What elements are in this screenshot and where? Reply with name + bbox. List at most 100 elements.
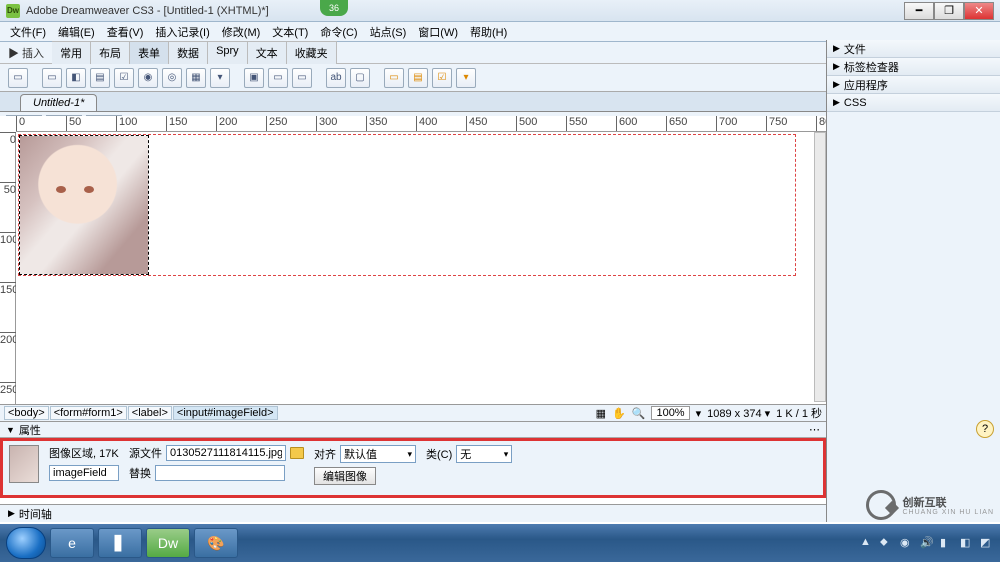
menu-item[interactable]: 帮助(H) [466,22,511,42]
watermark-sub: CHUANG XIN HU LIAN [902,509,994,516]
spry-textfield-icon[interactable]: ▭ [384,68,404,88]
radio-icon[interactable]: ◉ [138,68,158,88]
src-label: 源文件 [129,445,162,461]
tray-sound-icon[interactable]: 🔊 [920,536,934,550]
alt-input[interactable] [155,465,285,481]
design-view-workspace: 0501001502002503003504004505005506006507… [0,116,826,420]
vertical-ruler: 050100150200250 [0,132,16,420]
tag-crumb[interactable]: <label> [128,406,172,420]
status-bar: <body><form#form1><label><input#imageFie… [0,404,826,422]
button-icon[interactable]: ▭ [292,68,312,88]
task-dreamweaver-icon[interactable]: Dw [146,528,190,558]
vertical-scrollbar[interactable] [814,132,826,402]
spry-textarea-icon[interactable]: ▤ [408,68,428,88]
window-size[interactable]: 1089 x 374 ▾ [707,407,770,420]
watermark-name: 创新互联 [902,497,946,509]
zoom-select[interactable]: 100% [651,406,689,420]
horizontal-ruler: 0501001502002503003504004505005506006507… [16,116,826,132]
tag-crumb[interactable]: <input#imageField> [173,406,278,420]
windows-taskbar: e ▋ Dw 🎨 ▲ ⬥ ◉ 🔊 ▮ ◧ ◩ [0,524,1000,562]
design-canvas[interactable] [16,132,814,402]
start-button[interactable] [6,527,46,559]
app-logo-icon: Dw [6,4,20,18]
menu-item[interactable]: 编辑(E) [54,22,99,42]
form-icon[interactable]: ▭ [8,68,28,88]
help-icon[interactable]: ? [976,420,994,438]
image-id-input[interactable] [49,465,119,481]
minimize-button[interactable]: ━ [904,2,934,20]
image-field-box[interactable] [19,135,149,275]
jumpmenu-icon[interactable]: ▾ [210,68,230,88]
menu-item[interactable]: 文件(F) [6,22,50,42]
alt-label: 替换 [129,465,151,481]
menu-item[interactable]: 窗口(W) [414,22,462,42]
align-select[interactable]: 默认值 [340,445,416,463]
insert-tab-常用[interactable]: 常用 [52,41,91,64]
tray-shield-icon[interactable]: ⬥ [880,536,894,550]
radiogroup-icon[interactable]: ◎ [162,68,182,88]
select-tool-icon[interactable]: ▦ [596,407,606,420]
property-thumbnail [9,445,39,483]
list-icon[interactable]: ▦ [186,68,206,88]
edit-image-button[interactable]: 编辑图像 [314,467,376,485]
menu-bar: 文件(F)编辑(E)查看(V)插入记录(I)修改(M)文本(T)命令(C)站点(… [0,22,1000,42]
insert-tab-Spry[interactable]: Spry [208,41,248,64]
tag-selector[interactable]: <body><form#form1><label><input#imageFie… [4,407,279,419]
hand-tool-icon[interactable]: ✋ [612,407,626,420]
menu-item[interactable]: 命令(C) [316,22,361,42]
task-ie-icon[interactable]: e [50,528,94,558]
insert-label[interactable]: ▶ 插入 [0,45,52,61]
side-panel-CSS[interactable]: ▶CSS [827,94,1000,112]
hidden-icon[interactable]: ◧ [66,68,86,88]
watermark-logo-icon [866,490,896,520]
src-input[interactable] [166,445,286,461]
textfield-icon[interactable]: ▭ [42,68,62,88]
maximize-button[interactable]: ❐ [934,2,964,20]
task-paint-icon[interactable]: 🎨 [194,528,238,558]
spry-checkbox-icon[interactable]: ☑ [432,68,452,88]
menu-item[interactable]: 文本(T) [268,22,312,42]
insert-tab-数据[interactable]: 数据 [169,41,208,64]
timeline-panel-header[interactable]: ▶时间轴 [0,504,826,522]
tray-misc-icon[interactable]: ◧ [960,536,974,550]
label-icon[interactable]: ab [326,68,346,88]
insert-tab-文本[interactable]: 文本 [248,41,287,64]
filefield-icon[interactable]: ▭ [268,68,288,88]
document-tab[interactable]: Untitled-1* [20,94,97,111]
menu-item[interactable]: 修改(M) [218,22,265,42]
side-panel-应用程序[interactable]: ▶应用程序 [827,76,1000,94]
properties-options-icon[interactable]: ⋯ [809,423,820,436]
properties-title: 属性 [19,422,41,438]
window-titlebar: Dw Adobe Dreamweaver CS3 - [Untitled-1 (… [0,0,1000,22]
insert-tab-表单[interactable]: 表单 [130,41,169,64]
menu-item[interactable]: 查看(V) [103,22,148,42]
tray-network-icon[interactable]: ◉ [900,536,914,550]
form-outline[interactable] [18,134,796,276]
tag-crumb[interactable]: <body> [4,406,49,420]
tray-battery-icon[interactable]: ▮ [940,536,954,550]
tag-crumb[interactable]: <form#form1> [50,406,127,420]
fieldset-icon[interactable]: ▢ [350,68,370,88]
menu-item[interactable]: 插入记录(I) [151,22,213,42]
class-select[interactable]: 无 [456,445,512,463]
browse-folder-icon[interactable] [290,447,304,459]
side-panel-文件[interactable]: ▶文件 [827,40,1000,58]
zoom-tool-icon[interactable]: 🔍 [632,407,646,420]
textarea-icon[interactable]: ▤ [90,68,110,88]
tray-flag-icon[interactable]: ▲ [860,536,874,550]
spry-select-icon[interactable]: ▾ [456,68,476,88]
close-button[interactable]: ✕ [964,2,994,20]
align-label: 对齐 [314,446,336,462]
checkbox-icon[interactable]: ☑ [114,68,134,88]
insert-tab-收藏夹[interactable]: 收藏夹 [287,41,337,64]
task-explorer-icon[interactable]: ▋ [98,528,142,558]
image-icon[interactable]: ▣ [244,68,264,88]
tray-misc2-icon[interactable]: ◩ [980,536,994,550]
menu-item[interactable]: 站点(S) [366,22,411,42]
properties-header[interactable]: ▼属性 ⋯ [0,422,826,438]
system-tray[interactable]: ▲ ⬥ ◉ 🔊 ▮ ◧ ◩ [860,536,994,550]
image-type-label: 图像区域, 17K [49,445,119,461]
anime-image-placeholder [20,136,148,274]
insert-tab-布局[interactable]: 布局 [91,41,130,64]
side-panel-标签检查器[interactable]: ▶标签检查器 [827,58,1000,76]
